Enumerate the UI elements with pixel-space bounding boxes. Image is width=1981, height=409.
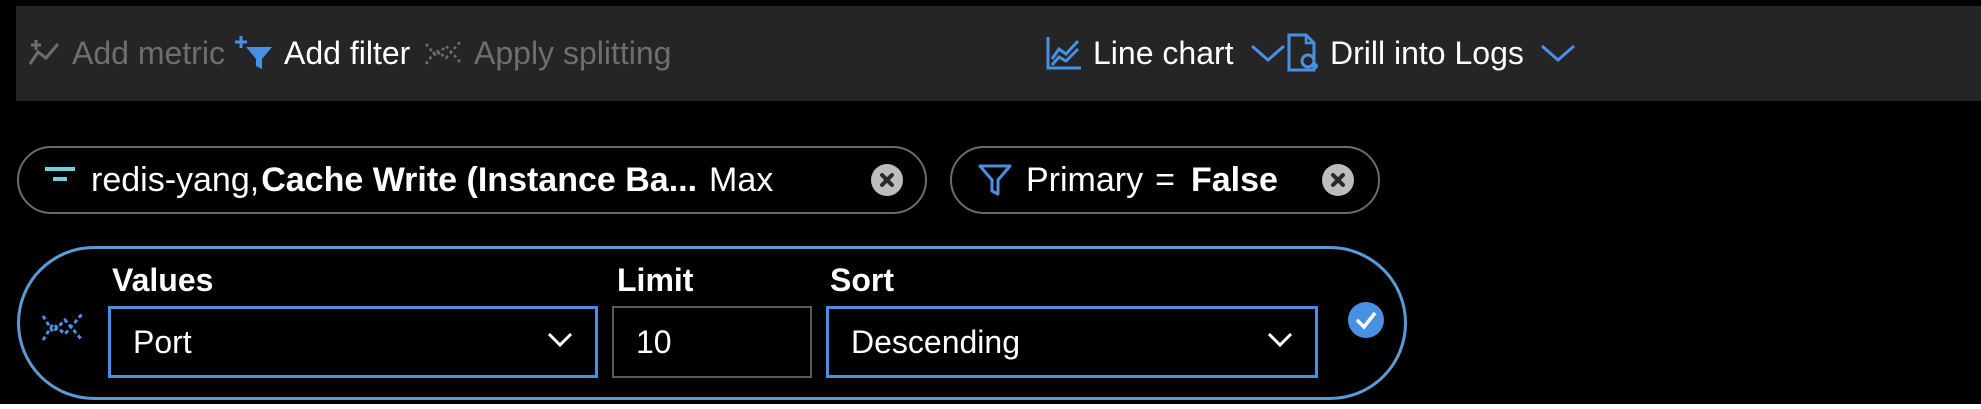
line-chart-icon (1046, 37, 1081, 70)
add-metric-label: Add metric (72, 34, 225, 71)
filter-icon (978, 164, 1012, 196)
drill-logs-icon (1287, 33, 1318, 72)
filter-pill[interactable]: Primary = False (950, 146, 1380, 214)
close-icon[interactable] (871, 164, 903, 196)
sort-select[interactable]: Descending (826, 306, 1318, 378)
close-icon[interactable] (1322, 164, 1354, 196)
check-icon (1355, 311, 1377, 330)
add-filter-label: Add filter (284, 34, 411, 71)
metric-name: Cache Write (Instance Ba... (261, 160, 698, 199)
limit-value: 10 (636, 323, 672, 360)
limit-label: Limit (617, 262, 694, 298)
confirm-splitting-button[interactable] (1348, 302, 1384, 338)
chart-toolbar: Add metric Add filter Apply splitting Li… (16, 6, 1981, 101)
filter-value: False (1190, 160, 1278, 199)
sort-label: Sort (830, 262, 894, 298)
apply-splitting-icon (424, 41, 461, 65)
apply-splitting-button[interactable]: Apply splitting (424, 28, 671, 78)
add-filter-icon (235, 36, 272, 69)
limit-input[interactable]: 10 (612, 306, 812, 378)
metric-aggregation: Max (709, 160, 774, 199)
apply-splitting-label: Apply splitting (474, 34, 672, 71)
chevron-down-icon (1250, 44, 1285, 62)
drill-into-logs-dropdown[interactable]: Drill into Logs (1286, 28, 1576, 78)
metric-resource: redis-yang, (91, 160, 260, 199)
chevron-down-icon (1267, 332, 1293, 348)
sort-selected: Descending (851, 323, 1020, 360)
filter-operator: = (1155, 160, 1175, 199)
add-filter-button[interactable]: Add filter (234, 28, 410, 78)
chevron-down-icon (1540, 44, 1575, 62)
metric-icon (45, 167, 75, 181)
chart-type-label: Line chart (1093, 34, 1234, 71)
chart-type-dropdown[interactable]: Line chart (1045, 28, 1286, 78)
chevron-down-icon (547, 332, 573, 348)
values-select[interactable]: Port (108, 306, 598, 378)
add-metric-icon (28, 40, 60, 65)
metrics-chart-editor: Add metric Add filter Apply splitting Li… (0, 0, 1981, 404)
metric-pill[interactable]: redis-yang, Cache Write (Instance Ba... … (17, 146, 927, 214)
splitting-icon (41, 313, 84, 341)
drill-logs-label: Drill into Logs (1330, 34, 1524, 71)
filter-property: Primary (1026, 160, 1144, 199)
add-metric-button[interactable]: Add metric (28, 28, 225, 78)
values-selected: Port (133, 323, 192, 360)
values-label: Values (112, 262, 214, 298)
